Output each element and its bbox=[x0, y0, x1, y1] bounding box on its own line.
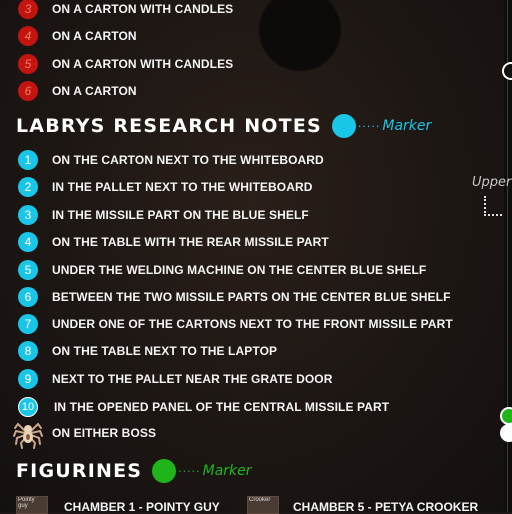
list-item-text: ON A CARTON bbox=[52, 29, 137, 43]
list-item-text: IN THE OPENED PANEL OF THE CENTRAL MISSI… bbox=[54, 400, 390, 414]
spider-icon bbox=[13, 422, 43, 449]
section-title: LABRYS RESEARCH NOTES bbox=[16, 115, 322, 137]
red-number-badge: 3 bbox=[18, 0, 38, 19]
section-title: FIGURINES bbox=[16, 460, 143, 482]
list-item: 6 ON A CARTON bbox=[18, 80, 137, 102]
list-item-text: ON A CARTON bbox=[52, 84, 137, 98]
cyan-marker-icon bbox=[331, 114, 356, 138]
section-heading-figurines: FIGURINES ····· Marker bbox=[16, 459, 252, 483]
marker-label: Marker bbox=[382, 118, 432, 134]
cyan-number-badge: 1 bbox=[18, 150, 38, 170]
dotted-leader bbox=[484, 196, 502, 216]
list-item-boss: ON EITHER BOSS bbox=[13, 422, 157, 449]
green-marker-icon bbox=[152, 459, 177, 483]
list-item-text: BETWEEN THE TWO MISSILE PARTS ON THE CEN… bbox=[52, 290, 451, 304]
list-item: 7 UNDER ONE OF THE CARTONS NEXT TO THE F… bbox=[18, 313, 453, 335]
list-item-text: IN THE MISSILE PART ON THE BLUE SHELF bbox=[52, 208, 309, 222]
dotted-leader: ····· bbox=[178, 464, 201, 478]
red-number-badge: 4 bbox=[18, 26, 38, 46]
list-item: 8 ON THE TABLE NEXT TO THE LAPTOP bbox=[18, 340, 277, 362]
list-item: 1 ON THE CARTON NEXT TO THE WHITEBOARD bbox=[18, 149, 324, 171]
list-item-text: ON THE CARTON NEXT TO THE WHITEBOARD bbox=[52, 153, 324, 167]
dotted-leader: ····· bbox=[357, 119, 381, 133]
list-item-text: NEXT TO THE PALLET NEAR THE GRATE DOOR bbox=[52, 372, 333, 386]
red-number-badge: 6 bbox=[18, 81, 38, 101]
list-item-text: UNDER ONE OF THE CARTONS NEXT TO THE FRO… bbox=[52, 317, 453, 331]
cyan-number-badge: 6 bbox=[18, 287, 38, 307]
cyan-number-badge: 5 bbox=[18, 260, 38, 280]
list-item: 9 NEXT TO THE PALLET NEAR THE GRATE DOOR bbox=[18, 368, 332, 390]
list-item: 6 BETWEEN THE TWO MISSILE PARTS ON THE C… bbox=[18, 286, 451, 308]
list-item: 5 UNDER THE WELDING MACHINE ON THE CENTE… bbox=[18, 259, 426, 281]
red-number-badge: 5 bbox=[18, 54, 38, 74]
cyan-number-badge: 4 bbox=[18, 232, 38, 252]
list-item-text: ON A CARTON WITH CANDLES bbox=[52, 57, 234, 71]
list-item: 2 IN THE PALLET NEXT TO THE WHITEBOARD bbox=[18, 176, 313, 198]
cyan-number-badge: 10 bbox=[18, 397, 38, 417]
list-item-text: ON THE TABLE WITH THE REAR MISSILE PART bbox=[52, 235, 329, 249]
list-item-text: ON EITHER BOSS bbox=[52, 426, 157, 440]
list-item: 3 ON A CARTON WITH CANDLES bbox=[18, 0, 233, 20]
marker-label: Marker bbox=[202, 463, 252, 479]
map-floor-label: Upper bbox=[472, 175, 512, 190]
figurine-thumbnail: Crooker bbox=[247, 496, 279, 514]
cyan-number-badge: 8 bbox=[18, 341, 38, 361]
edge-marker-white[interactable] bbox=[500, 424, 512, 442]
cyan-number-badge: 9 bbox=[18, 369, 38, 389]
figurine-thumbnail: Pointy guy bbox=[16, 496, 48, 514]
list-item: 3 IN THE MISSILE PART ON THE BLUE SHELF bbox=[18, 204, 309, 226]
section-heading-research: LABRYS RESEARCH NOTES ····· Marker bbox=[16, 114, 431, 138]
list-item-text: ON THE TABLE NEXT TO THE LAPTOP bbox=[52, 344, 278, 358]
cyan-number-badge: 7 bbox=[18, 314, 38, 334]
list-item: 4 ON A CARTON bbox=[18, 25, 137, 47]
list-item: 10 IN THE OPENED PANEL OF THE CENTRAL MI… bbox=[18, 396, 389, 418]
cyan-number-badge: 2 bbox=[18, 177, 38, 197]
list-item-text: ON A CARTON WITH CANDLES bbox=[52, 2, 234, 16]
list-item: 5 ON A CARTON WITH CANDLES bbox=[18, 53, 233, 75]
list-item: 4 ON THE TABLE WITH THE REAR MISSILE PAR… bbox=[18, 231, 329, 253]
list-item-text: IN THE PALLET NEXT TO THE WHITEBOARD bbox=[52, 180, 313, 194]
cyan-number-badge: 3 bbox=[18, 205, 38, 225]
edge-marker-green[interactable] bbox=[500, 407, 512, 425]
list-item-text: UNDER THE WELDING MACHINE ON THE CENTER … bbox=[52, 263, 427, 277]
